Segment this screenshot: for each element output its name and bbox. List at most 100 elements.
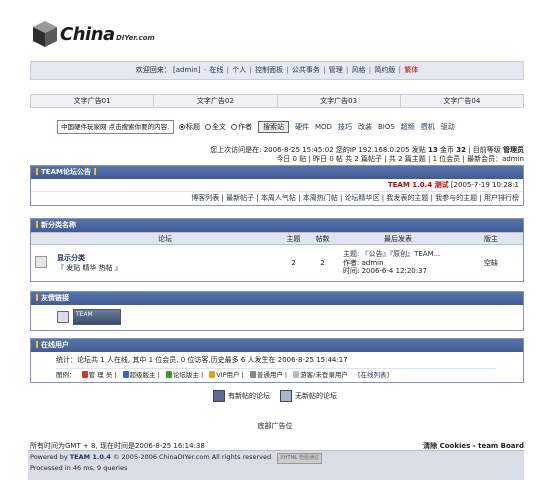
announcement-section: TEAM论坛公告 TEAM 1.0.4 测试 [2005-7-19 10:28:… (30, 165, 524, 206)
online-list-link[interactable]: [在线列表] (358, 371, 389, 379)
last-post-author: 作者: admin (343, 258, 384, 267)
nav-admin[interactable]: 管理 (329, 66, 343, 74)
forum-table: 论坛 主题 帖数 最后发表 版主 显示分类 『 发贴 精华 热帖 』 2 2 主… (31, 232, 523, 281)
online-stats: 统计：论坛共 1 人在线, 其中 1 位会员, 0 位访客,历史最多 6 人发生… (56, 356, 348, 364)
search-input[interactable]: 中国硬件玩家网 点击搜索你要的内容. (57, 120, 174, 134)
xhtml-badge[interactable]: XHTML 检验通过 (277, 453, 323, 464)
forum-post-count: 2 (320, 258, 325, 267)
link-digest[interactable]: 论坛精华区 (345, 194, 380, 202)
no-new-posts-icon (280, 390, 292, 402)
header-bar-icon (36, 221, 38, 228)
radio-author-label: 作者 (238, 123, 252, 131)
keyword-tips[interactable]: 技巧 (338, 122, 352, 132)
super-mod-user-icon (122, 371, 129, 378)
announcement-title: TEAM论坛公告 (41, 168, 91, 176)
keyword-overclock[interactable]: 超频 (401, 122, 415, 132)
visit-line-1: 您上次访问是在: 2006-8-25 15:45:02 您的IP 192.168… (210, 146, 524, 154)
nav-traditional[interactable]: 繁体 (404, 66, 418, 74)
guest-user-icon (293, 371, 300, 378)
online-users-section: 在线用户 统计：论坛共 1 人在线, 其中 1 位会员, 0 位访客,历史最多 … (30, 338, 524, 383)
username-link[interactable]: [admin] (173, 66, 200, 74)
header-bar-icon (36, 168, 38, 175)
nav-public-affairs[interactable]: 公共事务 (292, 66, 320, 74)
normal-user-icon (249, 371, 256, 378)
keyword-bios[interactable]: BIOS (378, 123, 395, 131)
col-moderator: 版主 (459, 232, 523, 245)
link-user-rank[interactable]: 用户排行榜 (484, 194, 519, 202)
friend-links-title: 友情链接 (41, 294, 69, 302)
text-ad-2[interactable]: 文字广告02 (154, 95, 278, 107)
link-new-posts[interactable]: 最新帖子 (226, 194, 254, 202)
link-week-popular[interactable]: 本周人气帖 (261, 194, 296, 202)
friend-links-header: 友情链接 (31, 292, 523, 305)
link-week-hot[interactable]: 本周热门帖 (303, 194, 338, 202)
last-post-title[interactable]: 主题: 『公告』『原创』TEAM... (343, 250, 459, 259)
visit-info: 您上次访问是在: 2006-8-25 15:45:02 您的IP 192.168… (210, 146, 524, 164)
radio-fulltext[interactable] (205, 124, 211, 130)
friend-links-section: 友情链接 TEAM (30, 291, 524, 331)
keyword-mod[interactable]: MOD (315, 123, 332, 131)
nav-online[interactable]: 在线 (209, 66, 223, 74)
nav-style[interactable]: 风格 (352, 66, 366, 74)
radio-title-label: 标题 (186, 123, 200, 131)
announcement-link[interactable]: TEAM 1.0.4 测试 (388, 181, 449, 189)
text-ad-3[interactable]: 文字广告03 (278, 95, 401, 107)
new-posts-label: 有新帖的论坛 (228, 392, 270, 400)
search-button[interactable]: 搜索站 (258, 121, 289, 133)
user-legend: 图例： 管 理 员 | 超级版主 | 论坛版主 | VIP用户 | 普通用户 |… (56, 368, 496, 380)
forum-status-icon (35, 255, 47, 268)
link-blog-list[interactable]: 博客列表 (191, 194, 219, 202)
friend-link-banner[interactable]: TEAM (73, 309, 121, 325)
forum-name[interactable]: 显示分类 (57, 254, 85, 262)
nav-simple[interactable]: 简约版 (374, 66, 395, 74)
category-title[interactable]: 新分类名称 (41, 221, 76, 229)
search-bar: 中国硬件玩家网 点击搜索你要的内容. 标题 全文 作者 搜索站 硬件 MOD 技… (57, 119, 455, 135)
radio-fulltext-label: 全文 (212, 123, 226, 131)
cube-logo-icon (33, 21, 57, 47)
link-my-replies[interactable]: 我参与的主题 (435, 194, 477, 202)
announcement-header: TEAM论坛公告 (31, 166, 523, 179)
online-title: 在线用户 (41, 341, 69, 349)
nav-personal[interactable]: 个人 (232, 66, 246, 74)
radio-title[interactable] (179, 124, 185, 130)
user-bar: 欢迎回来： [admin] - 在线 | 个人 | 控制面板 | 公共事务 | … (30, 61, 524, 80)
col-topics: 主题 (279, 232, 308, 245)
table-row: 显示分类 『 发贴 精华 热帖 』 2 2 主题: 『公告』『原创』TEAM..… (31, 245, 523, 281)
online-header: 在线用户 (31, 339, 523, 352)
coin-count: 32 (456, 146, 466, 154)
header-bar-icon (93, 168, 96, 175)
powered-by-footer: Powered by TEAM 1.0.4 © 2005-2006 ChinaD… (28, 450, 524, 480)
user-level: 管理员 (503, 146, 524, 154)
keyword-mods[interactable]: 改装 (358, 122, 372, 132)
keyword-build[interactable]: 攒机 (421, 122, 435, 132)
forum-sublinks[interactable]: 『 发贴 精华 热帖 』 (57, 263, 279, 273)
forum-icon-legend: 有新帖的论坛 无新帖的论坛 (213, 390, 337, 402)
keyword-hardware[interactable]: 硬件 (295, 122, 309, 132)
site-logo[interactable]: China DIYer.com (32, 20, 172, 52)
bottom-ad[interactable]: 底部广告位 (0, 421, 550, 431)
visit-line-2: 今日 0 贴 | 昨日 0 帖 共 2 篇帖子 | 共 2 篇主题 | 1 位会… (276, 155, 524, 163)
forum-moderator: 空缺 (484, 258, 498, 267)
announcement-date: [2005-7-19 10:28:1 (450, 181, 519, 189)
text-ad-4[interactable]: 文字广告04 (401, 95, 523, 107)
mod-user-icon (165, 371, 172, 378)
forum-topic-count: 2 (291, 258, 296, 267)
last-post-time: 时间: 2006-6-4 12:20:37 (343, 267, 428, 275)
new-posts-icon (213, 390, 225, 402)
nav-control-panel[interactable]: 控制面板 (255, 66, 283, 74)
logo-text: China (60, 24, 115, 45)
announcement-row: TEAM 1.0.4 测试 [2005-7-19 10:28:1 (31, 179, 523, 191)
text-ad-1[interactable]: 文字广告01 (31, 95, 155, 107)
logo-subtext: DIYer.com (116, 34, 155, 42)
link-my-topics[interactable]: 我发表的主题 (386, 194, 428, 202)
header-bar-icon (36, 341, 38, 348)
col-posts: 帖数 (308, 232, 337, 245)
powered-by-link[interactable]: TEAM 1.0.4 (70, 453, 111, 461)
post-count: 13 (428, 146, 438, 154)
header-bar-icon (36, 294, 38, 301)
processed-info: Processed in 46 ms, 9 queries (30, 464, 128, 472)
keyword-driver[interactable]: 驱动 (441, 122, 455, 132)
radio-author[interactable] (231, 124, 237, 130)
no-new-posts-label: 无新帖的论坛 (295, 392, 337, 400)
link-category-icon (57, 311, 69, 323)
